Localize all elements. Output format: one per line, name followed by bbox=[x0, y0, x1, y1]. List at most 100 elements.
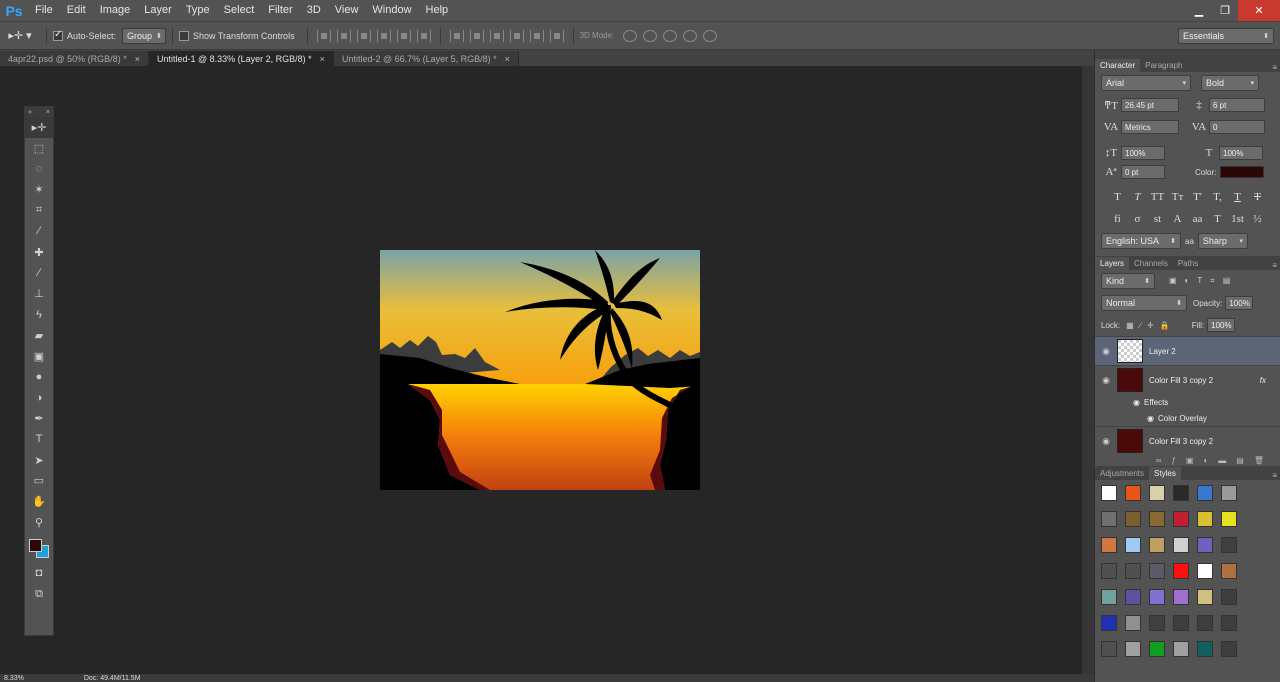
effects-row[interactable]: ◉ Effects bbox=[1095, 394, 1280, 410]
zoom-level[interactable]: 8.33% bbox=[4, 675, 24, 682]
tab-character[interactable]: Character bbox=[1095, 59, 1141, 72]
pen-tool-icon[interactable]: ✒ bbox=[25, 408, 53, 429]
close-button[interactable]: ✕ bbox=[1238, 0, 1280, 21]
menu-help[interactable]: Help bbox=[419, 0, 456, 21]
faux-italic-button[interactable]: T bbox=[1128, 191, 1148, 203]
fractions-button[interactable]: ½ bbox=[1248, 213, 1268, 225]
style-swatch[interactable] bbox=[1101, 511, 1117, 527]
align-left-icon[interactable] bbox=[376, 29, 391, 42]
leading-field[interactable]: 6 pt bbox=[1209, 98, 1265, 112]
underline-button[interactable]: T bbox=[1228, 191, 1248, 203]
screen-mode-icon[interactable]: ⧉ bbox=[25, 584, 53, 605]
3d-slide-icon[interactable] bbox=[683, 29, 698, 42]
menu-select[interactable]: Select bbox=[217, 0, 262, 21]
style-swatch[interactable] bbox=[1149, 511, 1165, 527]
healing-brush-tool-icon[interactable]: ✚ bbox=[25, 242, 53, 263]
kind-filter-dropdown[interactable]: Kind ⬍ bbox=[1101, 273, 1155, 289]
vertical-scrollbar[interactable] bbox=[1082, 66, 1094, 674]
effect-row[interactable]: ◉ Color Overlay bbox=[1095, 410, 1280, 426]
subscript-button[interactable]: T, bbox=[1208, 191, 1228, 203]
tab-paragraph[interactable]: Paragraph bbox=[1140, 59, 1187, 72]
style-swatch[interactable] bbox=[1221, 589, 1237, 605]
distribute-bottom-icon[interactable] bbox=[489, 29, 504, 42]
distribute-vcenter-icon[interactable] bbox=[469, 29, 484, 42]
style-swatch[interactable] bbox=[1101, 485, 1117, 501]
all-caps-button[interactable]: TT bbox=[1148, 191, 1168, 203]
distribute-left-icon[interactable] bbox=[509, 29, 524, 42]
style-swatch[interactable] bbox=[1149, 615, 1165, 631]
auto-select-dropdown[interactable]: Group ⬍ bbox=[122, 27, 167, 44]
layer-row[interactable]: ◉ Color Fill 3 copy 2 fx bbox=[1095, 365, 1280, 394]
style-swatch[interactable] bbox=[1101, 641, 1117, 657]
language-dropdown[interactable]: English: USA ⬍ bbox=[1101, 233, 1181, 249]
menu-window[interactable]: Window bbox=[365, 0, 418, 21]
tab-styles[interactable]: Styles bbox=[1149, 467, 1181, 480]
minimize-button[interactable]: ▁ bbox=[1186, 0, 1212, 21]
magic-wand-tool-icon[interactable]: ✶ bbox=[25, 179, 53, 200]
eyedropper-tool-icon[interactable]: ⁄ bbox=[25, 221, 53, 242]
style-swatch[interactable] bbox=[1101, 615, 1117, 631]
font-style-dropdown[interactable]: Bold ▾ bbox=[1201, 75, 1259, 91]
style-swatch[interactable] bbox=[1149, 641, 1165, 657]
ligatures-button[interactable]: fi bbox=[1108, 213, 1128, 225]
auto-select-checkbox[interactable]: Auto-Select: bbox=[53, 29, 116, 41]
gradient-tool-icon[interactable]: ▣ bbox=[25, 346, 53, 367]
close-icon[interactable]: × bbox=[505, 54, 510, 64]
eye-icon[interactable]: ◉ bbox=[1133, 398, 1140, 407]
close-icon[interactable]: × bbox=[46, 109, 50, 116]
layer-actions[interactable]: ∞ƒ▣◐▬▤🗑 bbox=[1095, 454, 1280, 466]
style-swatch[interactable] bbox=[1221, 511, 1237, 527]
distribute-right-icon[interactable] bbox=[549, 29, 564, 42]
menu-layer[interactable]: Layer bbox=[137, 0, 179, 21]
style-swatch[interactable] bbox=[1221, 537, 1237, 553]
style-swatch[interactable] bbox=[1125, 485, 1141, 501]
menu-edit[interactable]: Edit bbox=[60, 0, 93, 21]
style-swatch[interactable] bbox=[1197, 485, 1213, 501]
style-swatch[interactable] bbox=[1197, 563, 1213, 579]
marquee-tool-icon[interactable]: ⬚ bbox=[25, 138, 53, 159]
type-tool-icon[interactable]: T bbox=[25, 429, 53, 450]
menu-view[interactable]: View bbox=[328, 0, 366, 21]
close-icon[interactable]: × bbox=[135, 54, 140, 64]
zoom-tool-icon[interactable]: ⚲ bbox=[25, 512, 53, 533]
antialias-dropdown[interactable]: Sharp ▾ bbox=[1197, 233, 1248, 249]
document-canvas[interactable] bbox=[380, 250, 700, 490]
panel-menu-icon[interactable]: ≡ bbox=[1272, 63, 1280, 72]
crop-tool-icon[interactable]: ⌗ bbox=[25, 200, 53, 221]
panel-menu-icon[interactable]: ≡ bbox=[1272, 471, 1280, 480]
tab-paths[interactable]: Paths bbox=[1173, 257, 1203, 270]
alt-ligatures-button[interactable]: σ bbox=[1128, 213, 1148, 225]
eye-icon[interactable]: ◉ bbox=[1095, 436, 1117, 447]
style-swatch[interactable] bbox=[1173, 537, 1189, 553]
style-swatch[interactable] bbox=[1149, 537, 1165, 553]
stylistic-alternates-button[interactable]: aa bbox=[1188, 213, 1208, 225]
style-swatch[interactable] bbox=[1149, 563, 1165, 579]
style-swatch[interactable] bbox=[1197, 511, 1213, 527]
ordinals-button[interactable]: 1st bbox=[1228, 213, 1248, 225]
style-swatch[interactable] bbox=[1221, 615, 1237, 631]
workspace-dropdown[interactable]: Essentials ⬍ bbox=[1178, 28, 1274, 44]
style-swatch[interactable] bbox=[1197, 641, 1213, 657]
swash-button[interactable]: A bbox=[1168, 213, 1188, 225]
superscript-button[interactable]: T' bbox=[1188, 191, 1208, 203]
style-swatch[interactable] bbox=[1221, 485, 1237, 501]
tab-adjustments[interactable]: Adjustments bbox=[1095, 467, 1149, 480]
style-swatch[interactable] bbox=[1125, 563, 1141, 579]
style-swatch[interactable] bbox=[1125, 511, 1141, 527]
distribute-top-icon[interactable] bbox=[449, 29, 464, 42]
lasso-tool-icon[interactable]: ◌ bbox=[25, 159, 53, 180]
dodge-tool-icon[interactable]: ◑ bbox=[25, 387, 53, 408]
align-right-icon[interactable] bbox=[416, 29, 431, 42]
panel-menu-icon[interactable]: ≡ bbox=[1272, 261, 1280, 270]
style-swatch[interactable] bbox=[1173, 511, 1189, 527]
3d-rotate-icon[interactable] bbox=[623, 29, 638, 42]
menu-filter[interactable]: Filter bbox=[261, 0, 299, 21]
move-tool-preset[interactable]: ▸✛ ▾ bbox=[0, 29, 40, 42]
style-swatch[interactable] bbox=[1173, 589, 1189, 605]
tab-channels[interactable]: Channels bbox=[1129, 257, 1173, 270]
style-swatch[interactable] bbox=[1197, 589, 1213, 605]
align-top-icon[interactable] bbox=[316, 29, 331, 42]
vertical-scale-field[interactable]: 100% bbox=[1121, 146, 1165, 160]
rectangle-tool-icon[interactable]: ▭ bbox=[25, 471, 53, 492]
history-brush-tool-icon[interactable]: ϟ bbox=[25, 304, 53, 325]
